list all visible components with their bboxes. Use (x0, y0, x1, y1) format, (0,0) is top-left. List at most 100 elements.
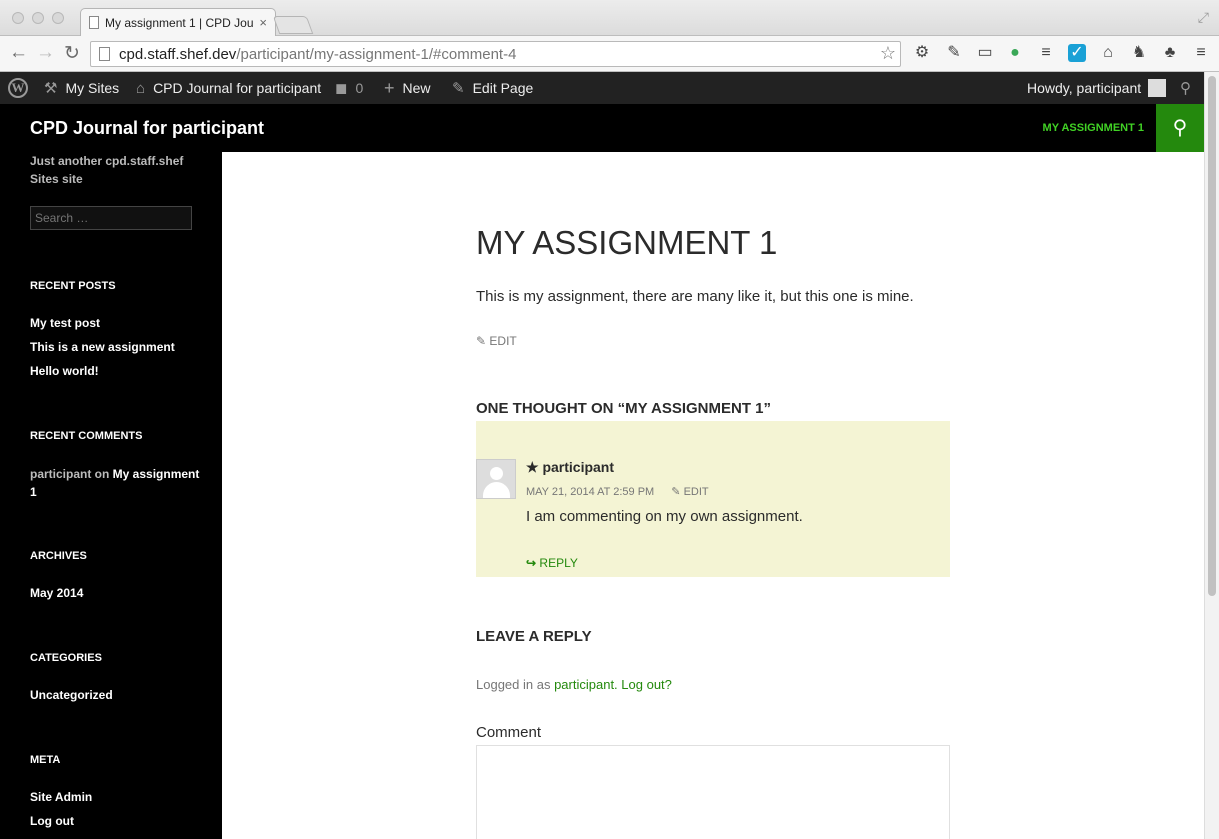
hangouts-icon[interactable]: ● (1006, 44, 1024, 62)
page-icon (89, 16, 99, 29)
pencil-icon: ✎ (452, 80, 465, 97)
recent-posts-title: RECENT POSTS (30, 280, 116, 292)
comment-date-link[interactable]: MAY 21, 2014 AT 2:59 PM (526, 486, 654, 498)
browser-tab-strip: My assignment 1 | CPD Jou × ⤢ (0, 0, 1219, 36)
post-edit-label: EDIT (489, 334, 517, 348)
archive-link[interactable]: May 2014 (30, 586, 83, 600)
page-title: MY ASSIGNMENT 1 (476, 224, 778, 261)
my-sites-menu[interactable]: ⚒ My Sites (44, 72, 119, 104)
comments-menu[interactable]: ◼ 0 (335, 72, 363, 104)
search-toggle-button[interactable]: ⚲ (1156, 104, 1204, 152)
reply-button[interactable]: ↪ REPLY (526, 556, 578, 570)
nav-my-assignment-1[interactable]: MY ASSIGNMENT 1 (1043, 122, 1144, 134)
recent-post-link[interactable]: This is a new assignment (30, 340, 175, 354)
my-sites-label: My Sites (65, 80, 120, 96)
recent-comment-item: participant on My assignment 1 (30, 465, 200, 501)
comment-author: ★ participant (526, 459, 615, 475)
comments-title: ONE THOUGHT ON “MY ASSIGNMENT 1” (476, 400, 772, 417)
settings-gear-icon[interactable]: ⚙ (913, 44, 931, 62)
buffer-icon[interactable]: ≡ (1037, 44, 1055, 62)
recent-comments-title: RECENT COMMENTS (30, 430, 143, 442)
comment-edit-link[interactable]: EDIT (684, 486, 709, 498)
categories-title: CATEGORIES (30, 652, 102, 664)
site-tagline: Just another cpd.staff.shef Sites site (30, 154, 184, 186)
wrench-icon: ⚒ (44, 80, 58, 97)
site-title[interactable]: CPD Journal for participant (30, 118, 264, 139)
url-host: cpd.staff.shef.dev (119, 45, 237, 63)
minimize-window-button[interactable] (32, 12, 44, 24)
site-admin-link[interactable]: Site Admin (30, 790, 92, 804)
wp-admin-bar: W ⚒ My Sites ⌂ CPD Journal for participa… (0, 72, 1219, 104)
comment-meta: MAY 21, 2014 AT 2:59 PM ✎ EDIT (526, 485, 709, 498)
recent-post-link[interactable]: Hello world! (30, 364, 99, 378)
pocket-icon[interactable]: ⌂ (1099, 44, 1117, 62)
new-content-menu[interactable]: + New (384, 72, 431, 104)
post-body: This is my assignment, there are many li… (476, 288, 914, 305)
tab-title: My assignment 1 | CPD Jou (105, 15, 254, 30)
search-icon: ⚲ (1180, 80, 1191, 97)
page-scrollbar[interactable] (1204, 72, 1219, 839)
evernote-icon[interactable]: ♣ (1161, 44, 1179, 62)
recent-comment-author: participant (30, 467, 92, 481)
back-icon[interactable]: ← (9, 42, 28, 64)
edit-page-link[interactable]: ✎ Edit Page (452, 72, 533, 104)
post-edit-link[interactable]: ✎ EDIT (476, 334, 517, 348)
sidebar: Just another cpd.staff.shef Sites site R… (0, 152, 222, 839)
edit-page-label: Edit Page (472, 80, 534, 96)
puzzle-extension-icon[interactable]: ♞ (1130, 44, 1148, 62)
site-name-menu[interactable]: ⌂ CPD Journal for participant (136, 72, 321, 104)
bookmark-star-icon[interactable]: ☆ (880, 43, 896, 64)
chrome-menu-icon[interactable]: ≡ (1192, 44, 1210, 62)
logged-in-as: Logged in as participant. Log out? (476, 677, 672, 692)
fullscreen-icon[interactable]: ⤢ (1198, 9, 1209, 26)
new-label: New (402, 80, 431, 96)
reply-arrow-icon: ↪ (526, 556, 537, 570)
comments-count: 0 (355, 80, 364, 96)
close-window-button[interactable] (12, 12, 24, 24)
log-out-link[interactable]: Log out (30, 814, 74, 828)
avatar (1148, 79, 1167, 97)
home-icon: ⌂ (136, 79, 146, 97)
search-icon: ⚲ (1172, 117, 1188, 139)
account-menu[interactable]: Howdy, participant (1027, 72, 1167, 104)
forward-icon[interactable]: → (36, 42, 55, 64)
site-name-label: CPD Journal for participant (153, 80, 322, 96)
recent-post-link[interactable]: My test post (30, 316, 100, 330)
comment-bubble-icon: ◼ (335, 80, 348, 97)
comment-label: Comment (476, 724, 542, 741)
log-out-link[interactable]: Log out? (621, 677, 672, 692)
logged-in-user-link[interactable]: participant. (554, 677, 618, 692)
url-path: /participant/my-assignment-1/#comment-4 (236, 45, 517, 63)
comment-textarea[interactable] (476, 745, 950, 839)
archives-title: ARCHIVES (30, 550, 87, 562)
leave-reply-title: LEAVE A REPLY (476, 628, 592, 645)
comment: ★ participant MAY 21, 2014 AT 2:59 PM ✎ … (476, 421, 950, 577)
sidebar-search-input[interactable] (30, 206, 192, 230)
reload-icon[interactable]: ↻ (64, 42, 80, 65)
eyedropper-icon[interactable]: ✎ (945, 44, 963, 62)
cast-icon[interactable]: ▭ (976, 44, 994, 62)
logged-in-prefix: Logged in as (476, 677, 555, 692)
address-bar[interactable]: cpd.staff.shef.dev/participant/my-assign… (90, 41, 901, 67)
reply-label: REPLY (539, 556, 578, 570)
zoom-window-button[interactable] (52, 12, 64, 24)
wp-logo-menu[interactable]: W (8, 72, 28, 104)
comment-text: I am commenting on my own assignment. (526, 508, 803, 525)
checkbox-extension-icon[interactable]: ✓ (1068, 44, 1086, 62)
pencil-icon: ✎ (671, 486, 681, 498)
page-info-icon (99, 47, 110, 61)
category-link[interactable]: Uncategorized (30, 688, 113, 702)
browser-tab[interactable]: My assignment 1 | CPD Jou × (80, 8, 276, 36)
new-tab-button[interactable] (272, 16, 314, 34)
wordpress-logo-icon: W (8, 78, 28, 98)
site-header: CPD Journal for participant MY ASSIGNMEN… (0, 104, 1204, 152)
meta-title: META (30, 754, 61, 766)
recent-comment-on: on (91, 467, 113, 481)
tab-close-icon[interactable]: × (259, 15, 267, 30)
plus-icon: + (384, 77, 395, 98)
scrollbar-thumb[interactable] (1208, 76, 1216, 596)
pencil-icon: ✎ (476, 334, 487, 348)
avatar (476, 459, 516, 499)
admin-search[interactable]: ⚲ (1180, 72, 1199, 104)
browser-toolbar: ← → ↻ cpd.staff.shef.dev/participant/my-… (0, 36, 1219, 72)
